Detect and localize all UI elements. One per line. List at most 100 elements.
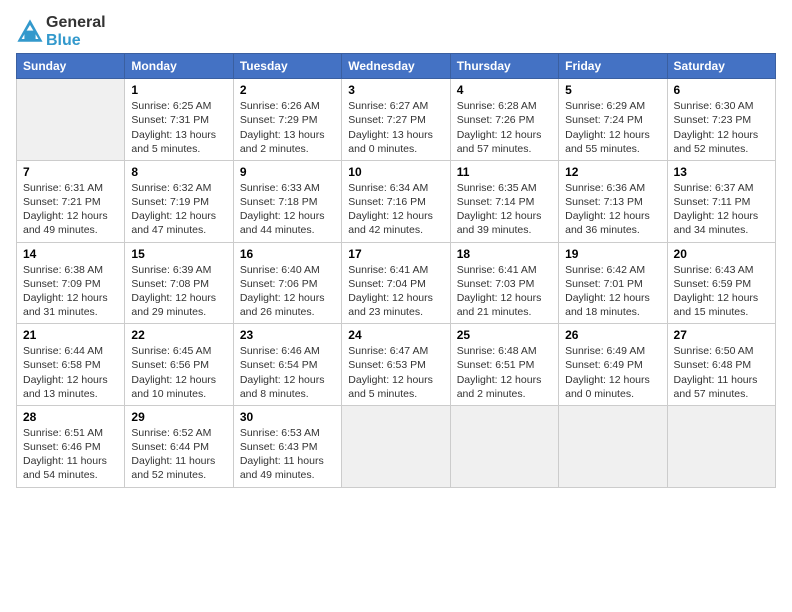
date-number: 14 bbox=[23, 247, 118, 261]
cell-info: Sunrise: 6:27 AMSunset: 7:27 PMDaylight:… bbox=[348, 100, 433, 155]
calendar-cell: 11 Sunrise: 6:35 AMSunset: 7:14 PMDayligh… bbox=[450, 160, 558, 242]
calendar-cell: 29Sunrise: 6:52 AMSunset: 6:44 PMDayligh… bbox=[125, 405, 233, 487]
calendar-cell: 18Sunrise: 6:41 AMSunset: 7:03 PMDayligh… bbox=[450, 242, 558, 324]
header: General Blue bbox=[16, 10, 776, 49]
calendar-cell: 9 Sunrise: 6:33 AMSunset: 7:18 PMDaylight… bbox=[233, 160, 341, 242]
date-number: 10 bbox=[348, 165, 443, 179]
date-number: 13 bbox=[674, 165, 769, 179]
cell-info: Sunrise: 6:48 AMSunset: 6:51 PMDaylight:… bbox=[457, 345, 542, 400]
calendar-cell bbox=[342, 405, 450, 487]
cell-info: Sunrise: 6:44 AMSunset: 6:58 PMDaylight:… bbox=[23, 345, 108, 400]
date-number: 24 bbox=[348, 328, 443, 342]
logo-icon bbox=[16, 18, 44, 46]
calendar-cell: 27 Sunrise: 6:50 AMSunset: 6:48 PMDayligh… bbox=[667, 324, 775, 406]
calendar-cell: 14 Sunrise: 6:38 AMSunset: 7:09 PMDayligh… bbox=[17, 242, 125, 324]
date-number: 27 bbox=[674, 328, 769, 342]
day-header-monday: Monday bbox=[125, 54, 233, 79]
cell-info: Sunrise: 6:28 AMSunset: 7:26 PMDaylight:… bbox=[457, 100, 542, 155]
calendar-header: SundayMondayTuesdayWednesdayThursdayFrid… bbox=[17, 54, 776, 79]
cell-info: Sunrise: 6:38 AMSunset: 7:09 PMDaylight:… bbox=[23, 264, 108, 319]
cell-info: Sunrise: 6:35 AMSunset: 7:14 PMDaylight:… bbox=[457, 182, 542, 237]
cell-info: Sunrise: 6:25 AMSunset: 7:31 PMDaylight:… bbox=[131, 100, 216, 155]
logo-text: General Blue bbox=[46, 14, 106, 49]
date-number: 8 bbox=[131, 165, 226, 179]
date-number: 15 bbox=[131, 247, 226, 261]
page-container: General Blue SundayMondayTuesdayWednesda… bbox=[0, 0, 792, 498]
cell-info: Sunrise: 6:50 AMSunset: 6:48 PMDaylight:… bbox=[674, 345, 758, 400]
cell-info: Sunrise: 6:46 AMSunset: 6:54 PMDaylight:… bbox=[240, 345, 325, 400]
day-header-friday: Friday bbox=[559, 54, 667, 79]
calendar-cell: 1 Sunrise: 6:25 AMSunset: 7:31 PMDaylight… bbox=[125, 79, 233, 161]
calendar-table: SundayMondayTuesdayWednesdayThursdayFrid… bbox=[16, 53, 776, 487]
date-number: 5 bbox=[565, 83, 660, 97]
date-number: 6 bbox=[674, 83, 769, 97]
calendar-cell: 20 Sunrise: 6:43 AMSunset: 6:59 PMDayligh… bbox=[667, 242, 775, 324]
cell-info: Sunrise: 6:52 AMSunset: 6:44 PMDaylight:… bbox=[131, 427, 215, 482]
calendar-cell: 8Sunrise: 6:32 AMSunset: 7:19 PMDaylight… bbox=[125, 160, 233, 242]
calendar-cell: 23Sunrise: 6:46 AMSunset: 6:54 PMDayligh… bbox=[233, 324, 341, 406]
day-header-tuesday: Tuesday bbox=[233, 54, 341, 79]
calendar-cell: 21Sunrise: 6:44 AMSunset: 6:58 PMDayligh… bbox=[17, 324, 125, 406]
calendar-cell: 10 Sunrise: 6:34 AMSunset: 7:16 PMDayligh… bbox=[342, 160, 450, 242]
cell-info: Sunrise: 6:34 AMSunset: 7:16 PMDaylight:… bbox=[348, 182, 433, 237]
day-header-sunday: Sunday bbox=[17, 54, 125, 79]
week-row-4: 21Sunrise: 6:44 AMSunset: 6:58 PMDayligh… bbox=[17, 324, 776, 406]
calendar-cell: 2 Sunrise: 6:26 AMSunset: 7:29 PMDaylight… bbox=[233, 79, 341, 161]
date-number: 1 bbox=[131, 83, 226, 97]
cell-info: Sunrise: 6:31 AMSunset: 7:21 PMDaylight:… bbox=[23, 182, 108, 237]
calendar-cell: 13 Sunrise: 6:37 AMSunset: 7:11 PMDayligh… bbox=[667, 160, 775, 242]
calendar-cell: 22 Sunrise: 6:45 AMSunset: 6:56 PMDayligh… bbox=[125, 324, 233, 406]
day-header-thursday: Thursday bbox=[450, 54, 558, 79]
cell-info: Sunrise: 6:39 AMSunset: 7:08 PMDaylight:… bbox=[131, 264, 216, 319]
calendar-cell bbox=[450, 405, 558, 487]
calendar-cell bbox=[667, 405, 775, 487]
calendar-cell: 17 Sunrise: 6:41 AMSunset: 7:04 PMDayligh… bbox=[342, 242, 450, 324]
cell-info: Sunrise: 6:42 AMSunset: 7:01 PMDaylight:… bbox=[565, 264, 650, 319]
calendar-cell: 7Sunrise: 6:31 AMSunset: 7:21 PMDaylight… bbox=[17, 160, 125, 242]
date-number: 25 bbox=[457, 328, 552, 342]
date-number: 20 bbox=[674, 247, 769, 261]
calendar-cell: 6 Sunrise: 6:30 AMSunset: 7:23 PMDaylight… bbox=[667, 79, 775, 161]
cell-info: Sunrise: 6:33 AMSunset: 7:18 PMDaylight:… bbox=[240, 182, 325, 237]
cell-info: Sunrise: 6:47 AMSunset: 6:53 PMDaylight:… bbox=[348, 345, 433, 400]
header-row: SundayMondayTuesdayWednesdayThursdayFrid… bbox=[17, 54, 776, 79]
date-number: 28 bbox=[23, 410, 118, 424]
week-row-3: 14 Sunrise: 6:38 AMSunset: 7:09 PMDayligh… bbox=[17, 242, 776, 324]
calendar-cell: 16Sunrise: 6:40 AMSunset: 7:06 PMDayligh… bbox=[233, 242, 341, 324]
calendar-cell bbox=[559, 405, 667, 487]
cell-info: Sunrise: 6:45 AMSunset: 6:56 PMDaylight:… bbox=[131, 345, 216, 400]
date-number: 11 bbox=[457, 165, 552, 179]
date-number: 12 bbox=[565, 165, 660, 179]
date-number: 22 bbox=[131, 328, 226, 342]
date-number: 2 bbox=[240, 83, 335, 97]
cell-info: Sunrise: 6:30 AMSunset: 7:23 PMDaylight:… bbox=[674, 100, 759, 155]
cell-info: Sunrise: 6:26 AMSunset: 7:29 PMDaylight:… bbox=[240, 100, 325, 155]
date-number: 3 bbox=[348, 83, 443, 97]
week-row-2: 7Sunrise: 6:31 AMSunset: 7:21 PMDaylight… bbox=[17, 160, 776, 242]
week-row-5: 28 Sunrise: 6:51 AMSunset: 6:46 PMDayligh… bbox=[17, 405, 776, 487]
date-number: 30 bbox=[240, 410, 335, 424]
date-number: 19 bbox=[565, 247, 660, 261]
date-number: 17 bbox=[348, 247, 443, 261]
calendar-cell: 12Sunrise: 6:36 AMSunset: 7:13 PMDayligh… bbox=[559, 160, 667, 242]
calendar-cell: 24 Sunrise: 6:47 AMSunset: 6:53 PMDayligh… bbox=[342, 324, 450, 406]
cell-info: Sunrise: 6:41 AMSunset: 7:04 PMDaylight:… bbox=[348, 264, 433, 319]
calendar-cell: 25 Sunrise: 6:48 AMSunset: 6:51 PMDayligh… bbox=[450, 324, 558, 406]
cell-info: Sunrise: 6:37 AMSunset: 7:11 PMDaylight:… bbox=[674, 182, 759, 237]
date-number: 26 bbox=[565, 328, 660, 342]
calendar-cell: 28 Sunrise: 6:51 AMSunset: 6:46 PMDayligh… bbox=[17, 405, 125, 487]
week-row-1: 1 Sunrise: 6:25 AMSunset: 7:31 PMDaylight… bbox=[17, 79, 776, 161]
cell-info: Sunrise: 6:53 AMSunset: 6:43 PMDaylight:… bbox=[240, 427, 324, 482]
calendar-cell bbox=[17, 79, 125, 161]
cell-info: Sunrise: 6:29 AMSunset: 7:24 PMDaylight:… bbox=[565, 100, 650, 155]
calendar-cell: 30 Sunrise: 6:53 AMSunset: 6:43 PMDayligh… bbox=[233, 405, 341, 487]
cell-info: Sunrise: 6:40 AMSunset: 7:06 PMDaylight:… bbox=[240, 264, 325, 319]
cell-info: Sunrise: 6:51 AMSunset: 6:46 PMDaylight:… bbox=[23, 427, 107, 482]
calendar-cell: 26Sunrise: 6:49 AMSunset: 6:49 PMDayligh… bbox=[559, 324, 667, 406]
day-header-wednesday: Wednesday bbox=[342, 54, 450, 79]
date-number: 9 bbox=[240, 165, 335, 179]
date-number: 4 bbox=[457, 83, 552, 97]
calendar-cell: 5 Sunrise: 6:29 AMSunset: 7:24 PMDaylight… bbox=[559, 79, 667, 161]
calendar-cell: 19 Sunrise: 6:42 AMSunset: 7:01 PMDayligh… bbox=[559, 242, 667, 324]
cell-info: Sunrise: 6:43 AMSunset: 6:59 PMDaylight:… bbox=[674, 264, 759, 319]
